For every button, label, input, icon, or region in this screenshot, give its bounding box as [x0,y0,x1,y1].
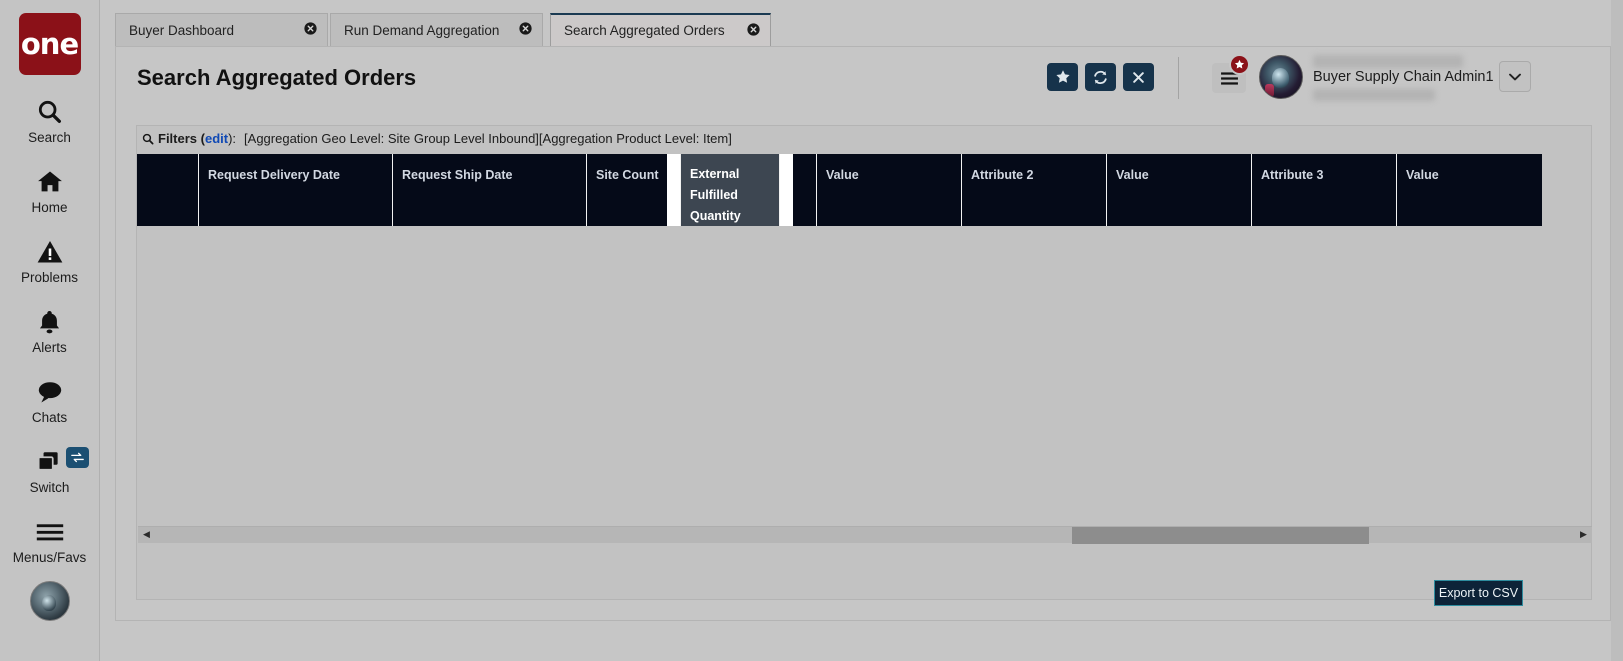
favorite-button[interactable] [1047,63,1078,91]
filters-edit-link[interactable]: edit [205,131,228,146]
tab-label: Run Demand Aggregation [344,22,500,38]
horizontal-scrollbar[interactable]: ◀ ▶ [138,526,1592,544]
tab-bar: Buyer Dashboard Run Demand Aggregation S… [100,0,1623,46]
close-circle-icon[interactable] [290,22,317,38]
page-header: Search Aggregated Orders Buyer Supply Ch… [116,47,1610,110]
scrollbar-track[interactable] [155,526,1575,544]
results-card: Filters (edit): [Aggregation Geo Level: S… [136,125,1592,600]
grid-column-header-attribute-1[interactable]: Attribute 1 [672,154,817,226]
scroll-right-arrow-icon[interactable]: ▶ [1575,527,1592,544]
star-badge-icon[interactable] [1229,54,1250,75]
sidebar-item-label: Alerts [32,340,67,355]
home-icon [35,165,65,199]
left-sidebar: one Search Home Problems Alerts Chats Sw… [0,0,100,661]
brand-logo[interactable]: one [18,13,81,75]
redacted-text-top [1313,55,1463,68]
grid-column-header-attribute-2[interactable]: Attribute 2 [962,154,1107,226]
grid-column-header-request-ship-date[interactable]: Request Ship Date [393,154,587,226]
sidebar-avatar[interactable] [29,581,70,621]
filters-values: [Aggregation Geo Level: Site Group Level… [244,131,732,146]
grid-column-header-site-count[interactable]: Site Count [587,154,672,226]
hamburger-icon [35,515,65,549]
window-right-edge [1611,0,1623,661]
sidebar-item-problems[interactable]: Problems [0,235,100,285]
tab-buyer-dashboard[interactable]: Buyer Dashboard [115,13,328,46]
sidebar-item-search[interactable]: Search [0,95,100,145]
refresh-button[interactable] [1085,63,1116,91]
star-icon [1055,70,1070,83]
windows-stack-icon [35,445,64,479]
close-button[interactable] [1123,63,1154,91]
tab-search-aggregated-orders[interactable]: Search Aggregated Orders [550,13,771,46]
header-divider [1178,57,1179,99]
sidebar-item-alerts[interactable]: Alerts [0,305,100,355]
sidebar-item-home[interactable]: Home [0,165,100,215]
swap-arrows-icon[interactable] [65,447,89,468]
sidebar-item-label: Search [28,130,71,145]
close-circle-icon[interactable] [505,22,532,38]
grid-header-row: Request Delivery Date Request Ship Date … [137,154,1542,226]
filters-label: Filters ( [158,131,205,146]
search-icon [142,133,154,148]
page-panel: Search Aggregated Orders Buyer Supply Ch… [115,46,1611,621]
chevron-down-icon[interactable] [1499,61,1531,92]
export-to-csv-button[interactable]: Export to CSV [1434,580,1523,606]
close-circle-icon[interactable] [733,22,760,39]
tab-run-demand-aggregation[interactable]: Run Demand Aggregation [330,13,543,46]
avatar[interactable] [1259,55,1303,99]
sidebar-item-label: Menus/Favs [12,550,87,565]
sidebar-item-label: Switch [29,480,70,495]
grid-column-header-value-3[interactable]: Value [1397,154,1542,226]
sidebar-item-switch[interactable]: Switch [0,445,100,495]
tab-label: Search Aggregated Orders [564,23,725,38]
sidebar-item-label: Problems [20,270,79,285]
sidebar-item-label: Home [31,200,68,215]
grid-viewport: Request Delivery Date Request Ship Date … [137,154,1593,226]
grid-column-header-request-delivery-date[interactable]: Request Delivery Date [199,154,393,226]
redacted-text-bottom [1313,89,1435,101]
grid-column-header-attribute-3[interactable]: Attribute 3 [1252,154,1397,226]
scroll-left-arrow-icon[interactable]: ◀ [138,527,155,544]
tab-label: Buyer Dashboard [129,22,235,38]
search-icon [36,95,64,129]
scrollbar-thumb[interactable] [1072,526,1369,544]
page-title: Search Aggregated Orders [137,65,417,90]
sidebar-item-label: Chats [31,410,68,425]
bell-icon [36,305,63,339]
close-icon [1133,71,1144,83]
refresh-icon [1094,70,1107,84]
sidebar-item-menus-favs[interactable]: Menus/Favs [0,515,100,565]
grid-column-header-value-2[interactable]: Value [1107,154,1252,226]
grid-column-header-select[interactable] [137,154,199,226]
grid-column-header-value-1[interactable]: Value [817,154,962,226]
chat-icon [35,375,65,409]
filters-label-end: ): [228,131,237,146]
warning-icon [35,235,65,269]
filter-bar: Filters (edit): [Aggregation Geo Level: S… [137,126,1591,151]
user-name: Buyer Supply Chain Admin1 [1313,69,1494,85]
sidebar-item-chats[interactable]: Chats [0,375,100,425]
